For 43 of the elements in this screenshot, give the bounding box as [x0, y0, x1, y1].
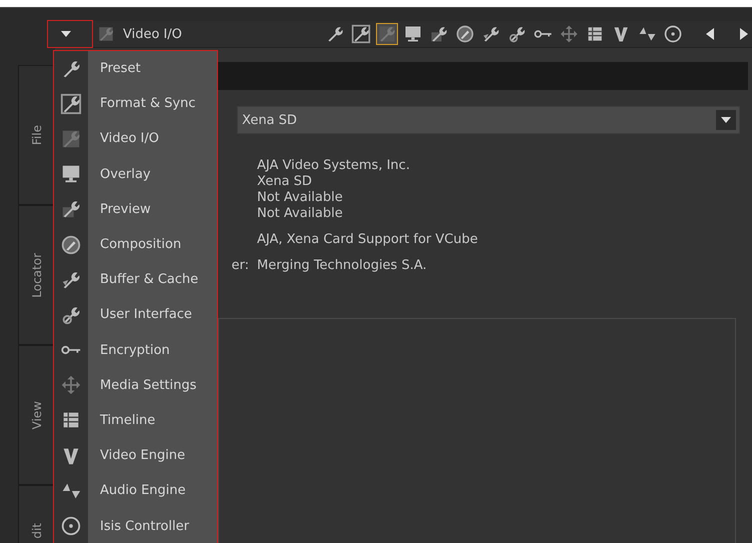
right-arrow-icon[interactable] [740, 28, 748, 40]
menu-item[interactable]: Composition [54, 226, 217, 262]
menu-item[interactable]: Video Engine [54, 438, 217, 474]
menu-item[interactable]: User Interface [54, 297, 217, 332]
menu-item[interactable]: Isis Controller [54, 508, 217, 543]
caret-icon [61, 31, 71, 37]
menu-item[interactable]: Timeline [54, 402, 217, 438]
monitor-icon [60, 163, 82, 186]
panel-menu-button[interactable] [47, 20, 93, 48]
device-dropdown[interactable]: Xena SD [237, 106, 740, 134]
circle-pencil-icon[interactable] [454, 23, 476, 45]
side-tab[interactable]: dit [18, 485, 55, 543]
menu-item[interactable]: Audio Engine [54, 473, 217, 508]
field-value: AJA, Xena Card Support for VCube [257, 232, 478, 248]
wrench-square-icon [60, 92, 82, 115]
menu-item[interactable]: Buffer & Cache [54, 262, 217, 298]
menu-item[interactable]: Format & Sync [54, 86, 217, 122]
menu-item[interactable]: Overlay [54, 156, 217, 192]
field-value: Not Available [257, 206, 343, 222]
menu-item[interactable]: Encryption [54, 332, 217, 368]
field-label: er: [230, 258, 250, 274]
menu-item[interactable]: Preview [54, 192, 217, 227]
panel-title: Video I/O [123, 26, 182, 42]
wrench-square-icon[interactable] [350, 23, 372, 45]
wrench-square-icon [97, 25, 115, 43]
side-tab[interactable]: Locator [18, 205, 55, 345]
side-tab[interactable]: View [18, 345, 55, 485]
circle-dot-icon [60, 515, 82, 538]
left-arrow-icon[interactable] [706, 28, 714, 40]
arrows-icon [60, 374, 82, 396]
field-value: Xena SD [257, 174, 312, 190]
caret-icon [721, 117, 731, 123]
menu-item[interactable]: Preset [54, 51, 217, 86]
menu-item[interactable]: Video I/O [54, 121, 217, 157]
wrench-square-icon[interactable] [376, 23, 398, 45]
arrows-icon[interactable] [558, 23, 580, 45]
circle-dot-icon[interactable] [662, 23, 684, 45]
field-value: Not Available [257, 190, 343, 206]
side-tab[interactable]: File [18, 65, 55, 205]
menu-item[interactable]: Media Settings [54, 368, 217, 403]
field-value: Merging Technologies S.A. [257, 258, 427, 274]
circle-pencil-icon [60, 234, 82, 256]
field-value: AJA Video Systems, Inc. [257, 158, 410, 174]
